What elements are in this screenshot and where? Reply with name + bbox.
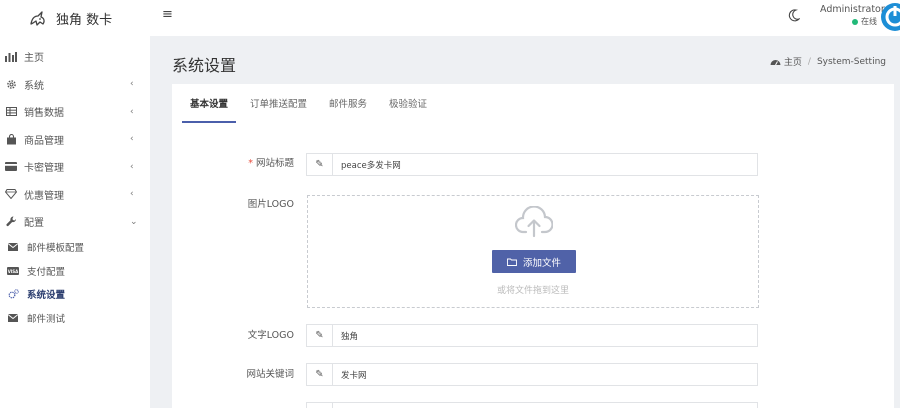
moon-icon[interactable] bbox=[788, 9, 800, 22]
sidebar-item-products[interactable]: 商品管理 ‹ bbox=[0, 126, 150, 154]
sidebar-item-label: 商品管理 bbox=[24, 135, 64, 147]
keywords-value: 发卡网 bbox=[341, 370, 367, 381]
site-title-field[interactable]: ✎ peace多发卡网 bbox=[306, 153, 758, 176]
chevron-left-icon: ‹ bbox=[130, 134, 134, 145]
svg-text:VISA: VISA bbox=[8, 269, 19, 274]
wrench-icon bbox=[4, 216, 18, 228]
table-icon bbox=[4, 106, 18, 118]
gear-icon bbox=[4, 78, 18, 90]
sidebar-subitem-payment[interactable]: VISA 支付配置 bbox=[0, 259, 150, 283]
chevron-left-icon: ‹ bbox=[130, 161, 134, 172]
required-mark: * bbox=[248, 158, 253, 169]
cloud-upload-icon bbox=[515, 206, 553, 238]
sidebar-subitem-mail-test[interactable]: 邮件测试 bbox=[0, 306, 150, 330]
user-name[interactable]: Administrator bbox=[820, 4, 885, 15]
bar-chart-icon bbox=[4, 51, 18, 63]
breadcrumb-separator: / bbox=[807, 56, 811, 67]
user-status: 在线 bbox=[852, 16, 877, 27]
envelope-icon bbox=[7, 243, 19, 252]
chevron-left-icon: ‹ bbox=[130, 106, 134, 117]
dashboard-icon bbox=[770, 60, 781, 66]
breadcrumb-current: System-Setting bbox=[816, 56, 886, 67]
sidebar-subitem-label: 邮件测试 bbox=[27, 313, 66, 325]
credit-card-icon bbox=[4, 161, 18, 173]
menu-toggle-icon[interactable]: ≡ bbox=[162, 7, 173, 22]
site-title-label: * 网站标题 bbox=[194, 155, 294, 169]
sidebar-nav: 主页 系统 ‹ 销售数据 ‹ 商品管理 ‹ 卡密管理 ‹ 优惠管理 ‹ 配置 ⌄… bbox=[0, 43, 150, 330]
user-status-text: 在线 bbox=[861, 17, 877, 26]
pencil-icon: ✎ bbox=[307, 403, 333, 408]
avatar-logo-icon bbox=[885, 6, 900, 27]
envelope-icon bbox=[7, 313, 19, 322]
sidebar-item-cards[interactable]: 卡密管理 ‹ bbox=[0, 153, 150, 181]
unicorn-logo-icon bbox=[30, 11, 45, 26]
text-logo-field[interactable]: ✎ 独角 bbox=[306, 324, 758, 347]
site-title-value: peace多发卡网 bbox=[341, 160, 401, 171]
chevron-down-icon: ⌄ bbox=[130, 216, 138, 227]
topbar: ≡ Administrator 在线 bbox=[150, 0, 900, 36]
avatar[interactable] bbox=[881, 3, 900, 31]
add-file-label: 添加文件 bbox=[522, 257, 561, 269]
settings-card: 基本设置 订单推送配置 邮件服务 极验验证 * 网站标题 ✎ peace多发卡网… bbox=[172, 84, 894, 408]
keywords-field[interactable]: ✎ 发卡网 bbox=[306, 363, 758, 386]
chevron-left-icon: ‹ bbox=[130, 189, 134, 200]
brand-name: 独角 数卡 bbox=[56, 12, 113, 28]
sidebar: 独角 数卡 主页 系统 ‹ 销售数据 ‹ 商品管理 ‹ 卡密管理 ‹ 优惠管理 … bbox=[0, 0, 150, 408]
sidebar-item-config[interactable]: 配置 ⌄ bbox=[0, 208, 150, 236]
main-content: 系统设置 主页 / System-Setting 基本设置 订单推送配置 邮件服… bbox=[150, 36, 900, 408]
sidebar-item-coupons[interactable]: 优惠管理 ‹ bbox=[0, 181, 150, 209]
sidebar-item-home[interactable]: 主页 bbox=[0, 43, 150, 71]
status-dot-icon bbox=[852, 18, 858, 25]
sidebar-subitem-system-setting[interactable]: 系统设置 bbox=[0, 283, 150, 307]
visa-icon: VISA bbox=[7, 266, 19, 275]
tab-order-push[interactable]: 订单推送配置 bbox=[250, 96, 307, 123]
logo-label: 图片LOGO bbox=[247, 199, 294, 210]
pencil-icon: ✎ bbox=[307, 364, 333, 385]
sidebar-item-sales[interactable]: 销售数据 ‹ bbox=[0, 98, 150, 126]
pencil-icon: ✎ bbox=[307, 154, 333, 175]
sidebar-item-system[interactable]: 系统 ‹ bbox=[0, 71, 150, 99]
next-field[interactable]: ✎ bbox=[306, 402, 758, 408]
sidebar-item-label: 卡密管理 bbox=[24, 163, 64, 175]
add-file-button[interactable]: 添加文件 bbox=[492, 250, 576, 273]
folder-icon bbox=[507, 258, 517, 266]
settings-tabs: 基本设置 订单推送配置 邮件服务 极验验证 bbox=[182, 96, 449, 123]
page-title: 系统设置 bbox=[172, 56, 237, 75]
sidebar-subitem-mail-template[interactable]: 邮件模板配置 bbox=[0, 236, 150, 260]
sidebar-subitem-label: 系统设置 bbox=[27, 290, 66, 302]
sidebar-item-label: 主页 bbox=[24, 53, 44, 65]
brand[interactable]: 独角 数卡 bbox=[0, 0, 150, 36]
tab-geetest[interactable]: 极验验证 bbox=[389, 96, 427, 123]
chevron-left-icon: ‹ bbox=[130, 79, 134, 90]
sidebar-item-label: 优惠管理 bbox=[24, 190, 64, 202]
drop-hint: 或将文件拖到这里 bbox=[496, 286, 569, 296]
sidebar-subitem-label: 支付配置 bbox=[27, 266, 66, 278]
sidebar-item-label: 销售数据 bbox=[24, 108, 64, 120]
keywords-label: 网站关键词 bbox=[246, 369, 294, 380]
tab-basic[interactable]: 基本设置 bbox=[182, 96, 237, 123]
site-title-label-text: 网站标题 bbox=[255, 158, 294, 169]
breadcrumb-home[interactable]: 主页 bbox=[784, 55, 802, 68]
text-logo-label: 文字LOGO bbox=[247, 330, 294, 341]
gears-icon bbox=[7, 289, 19, 299]
shopping-bag-icon bbox=[4, 133, 18, 145]
sidebar-subitem-label: 邮件模板配置 bbox=[27, 243, 85, 255]
tab-mail-service[interactable]: 邮件服务 bbox=[329, 96, 367, 123]
pencil-icon: ✎ bbox=[307, 325, 333, 346]
file-dropzone[interactable]: 添加文件 或将文件拖到这里 bbox=[307, 195, 759, 308]
sidebar-item-label: 系统 bbox=[24, 80, 44, 92]
text-logo-value: 独角 bbox=[341, 331, 359, 342]
diamond-icon bbox=[4, 188, 18, 200]
sidebar-item-label: 配置 bbox=[24, 218, 44, 230]
breadcrumb: 主页 / System-Setting bbox=[770, 55, 886, 68]
